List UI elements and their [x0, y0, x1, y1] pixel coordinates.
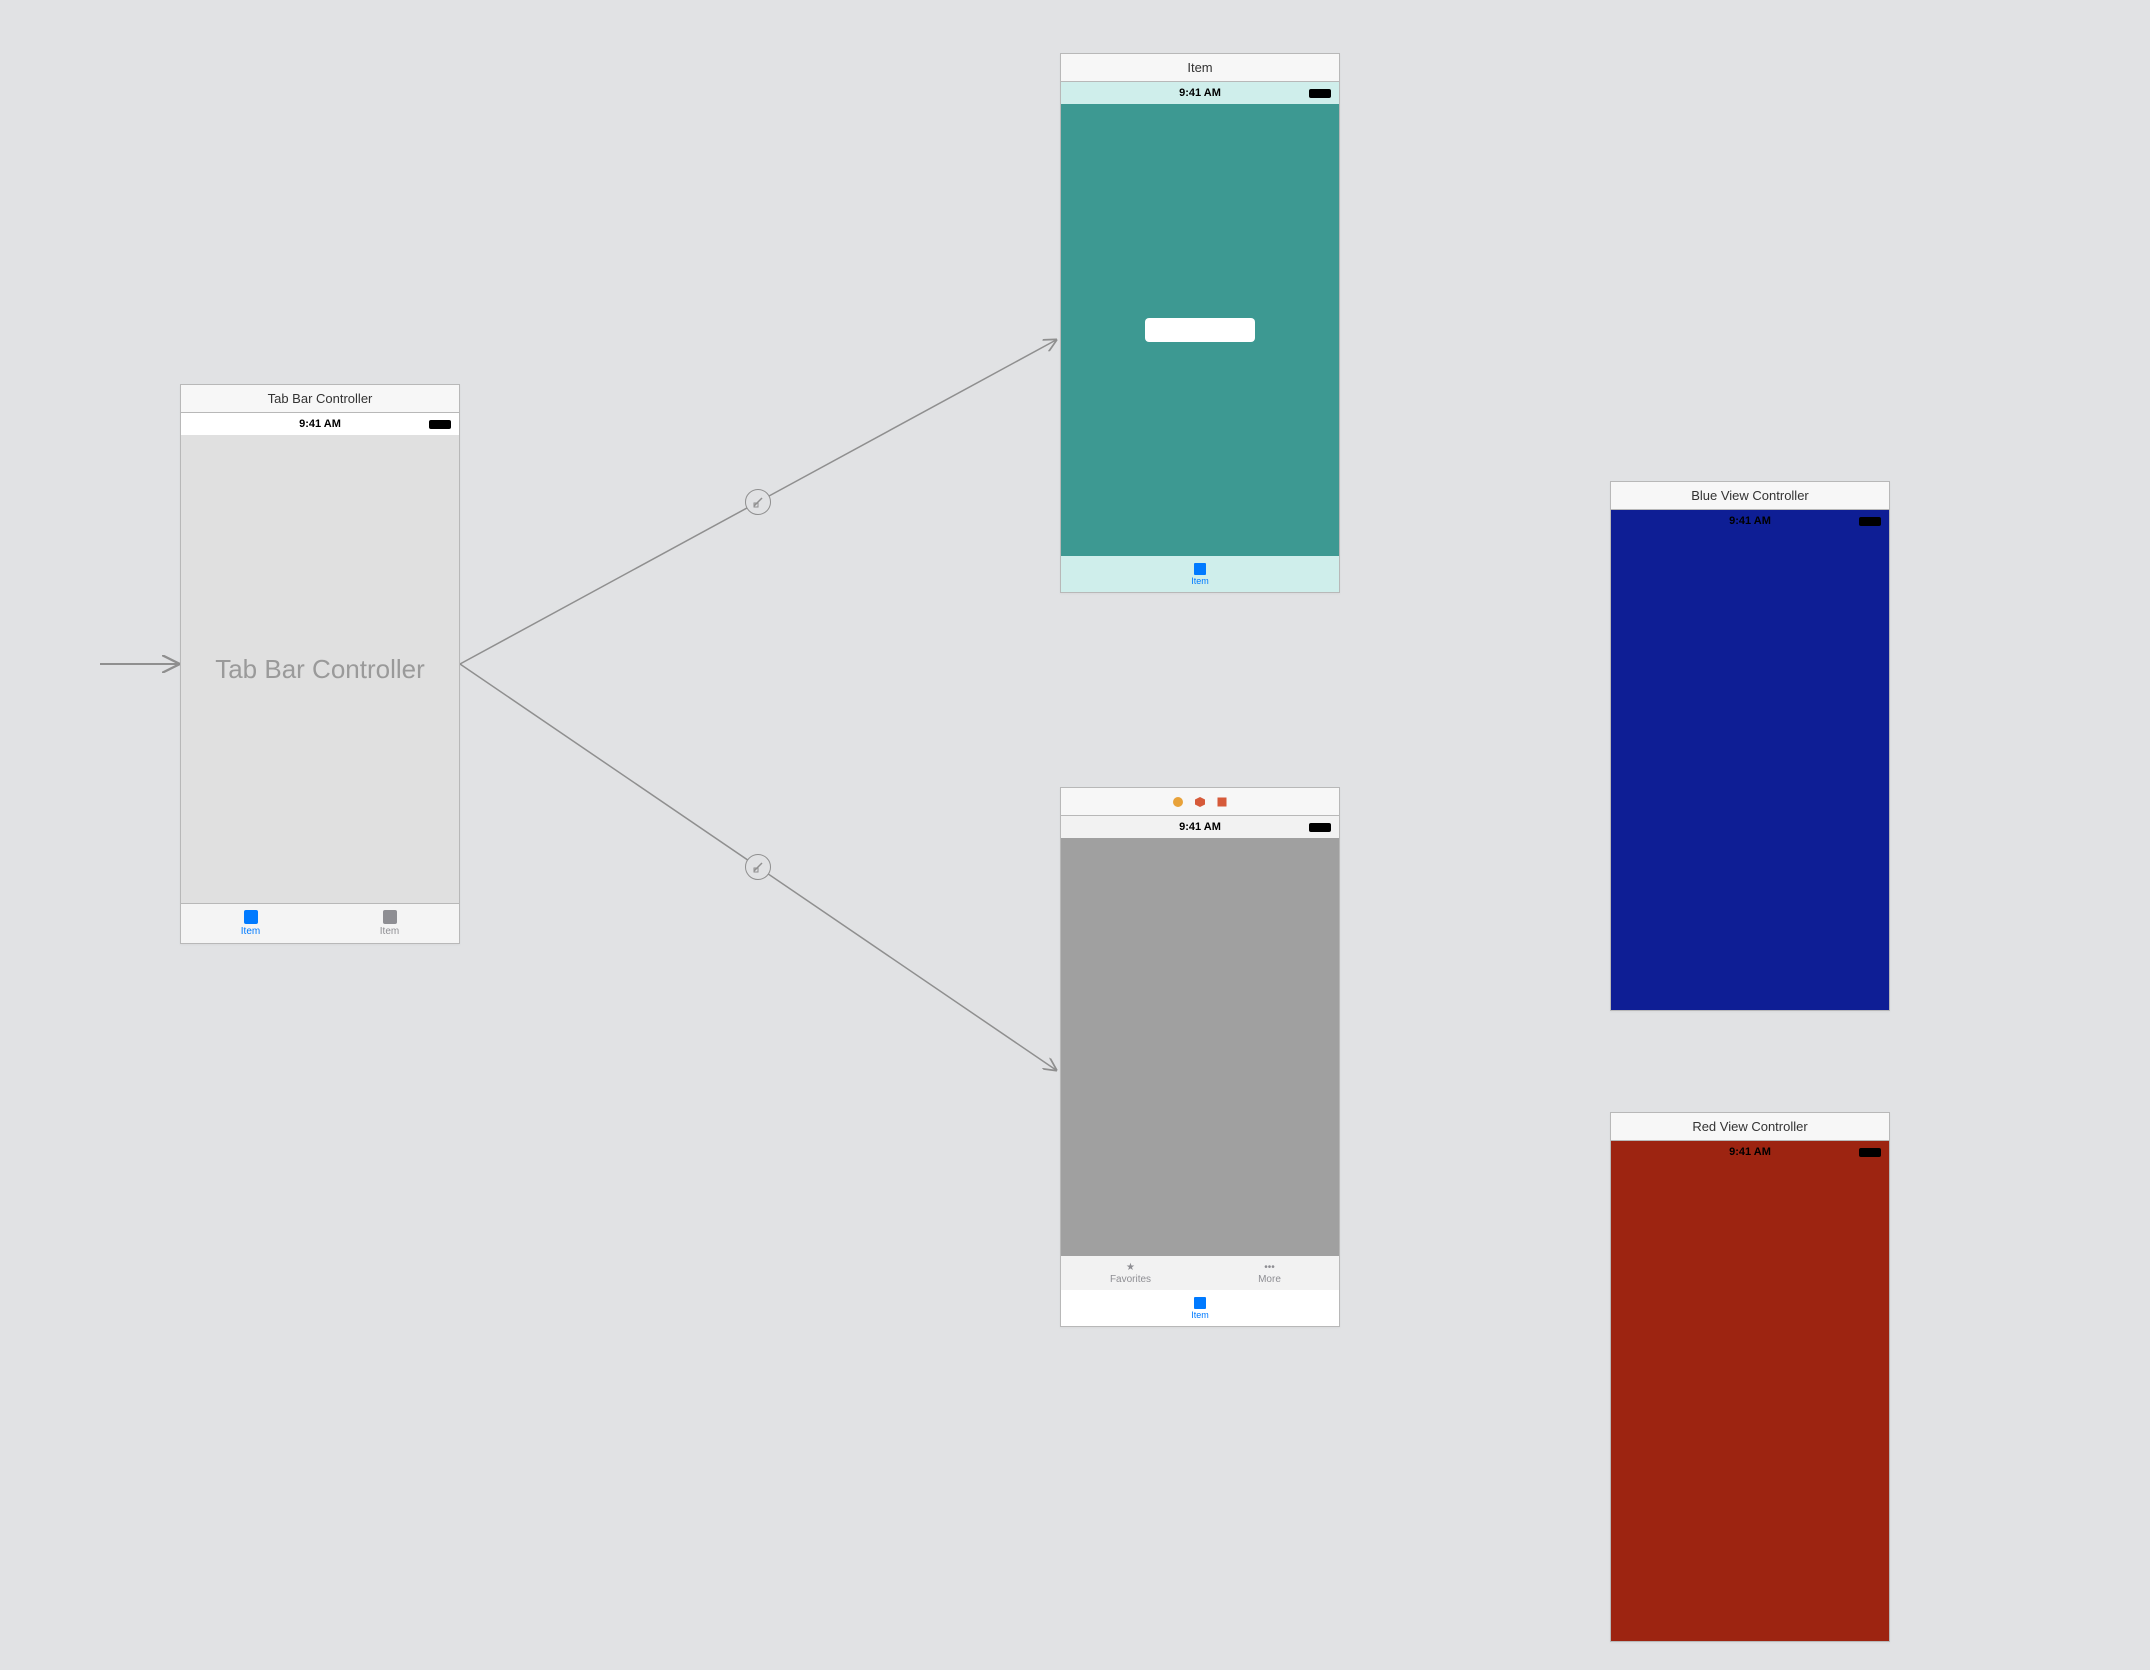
placeholder-label: Tab Bar Controller: [181, 435, 459, 903]
status-bar: 9:41 AM: [1611, 510, 1889, 532]
status-bar: 9:41 AM: [181, 413, 459, 435]
tab-item-2[interactable]: Item: [320, 904, 459, 943]
tab-bar: Item Item: [181, 903, 459, 943]
hexagon-icon: [1194, 796, 1206, 808]
tab-bar: Item: [1061, 556, 1339, 592]
status-time: 9:41 AM: [1179, 821, 1221, 833]
scene-title: Tab Bar Controller: [181, 385, 459, 413]
view-content: [1611, 532, 1889, 1010]
status-bar: 9:41 AM: [1611, 1141, 1889, 1163]
status-bar: 9:41 AM: [1061, 82, 1339, 104]
scene-item[interactable]: Item 9:41 AM Item: [1060, 53, 1340, 593]
scene-title: Blue View Controller: [1611, 482, 1889, 510]
tab-label: Item: [1191, 1310, 1209, 1320]
tab-item-1[interactable]: Item: [181, 904, 320, 943]
scene-title-icons: [1061, 788, 1339, 816]
tab-label: More: [1258, 1274, 1281, 1285]
view-content: [1061, 838, 1339, 1256]
square-icon: [1216, 796, 1228, 808]
segue-badge-icon: [745, 489, 771, 515]
tab-more[interactable]: ••• More: [1200, 1256, 1339, 1290]
status-time: 9:41 AM: [1729, 515, 1771, 527]
status-bar: 9:41 AM: [1061, 816, 1339, 838]
status-time: 9:41 AM: [1179, 87, 1221, 99]
text-field[interactable]: [1145, 318, 1255, 342]
scene-title: Item: [1061, 54, 1339, 82]
tab-label: Item: [241, 926, 260, 937]
circle-icon: [1172, 796, 1184, 808]
view-content: [1061, 104, 1339, 556]
tab-label: Favorites: [1110, 1274, 1151, 1285]
status-time: 9:41 AM: [1729, 1146, 1771, 1158]
scene-title: Red View Controller: [1611, 1113, 1889, 1141]
tab-favorites[interactable]: ★ Favorites: [1061, 1256, 1200, 1290]
battery-icon: [429, 420, 451, 429]
battery-icon: [1309, 823, 1331, 832]
tab-label: Item: [1191, 576, 1209, 586]
tab-label: Item: [380, 926, 399, 937]
battery-icon: [1859, 1148, 1881, 1157]
scene-blue-view-controller[interactable]: Blue View Controller 9:41 AM: [1610, 481, 1890, 1011]
scene-red-view-controller[interactable]: Red View Controller 9:41 AM: [1610, 1112, 1890, 1642]
square-icon: [1194, 1297, 1206, 1309]
storyboard-canvas[interactable]: Tab Bar Controller 9:41 AM Tab Bar Contr…: [0, 0, 2150, 1670]
segue-badge-icon: [745, 854, 771, 880]
more-icon: •••: [1264, 1262, 1275, 1273]
inner-tab-bar: ★ Favorites ••• More: [1061, 1256, 1339, 1290]
square-icon: [244, 910, 258, 924]
scene-gray-controller[interactable]: 9:41 AM ★ Favorites ••• More Item: [1060, 787, 1340, 1327]
square-icon: [1194, 563, 1206, 575]
square-icon: [383, 910, 397, 924]
status-time: 9:41 AM: [299, 418, 341, 430]
view-content: [1611, 1163, 1889, 1641]
battery-icon: [1309, 89, 1331, 98]
scene-tab-bar-controller[interactable]: Tab Bar Controller 9:41 AM Tab Bar Contr…: [180, 384, 460, 944]
tab-bar: Item: [1061, 1290, 1339, 1326]
battery-icon: [1859, 517, 1881, 526]
star-icon: ★: [1126, 1262, 1135, 1273]
